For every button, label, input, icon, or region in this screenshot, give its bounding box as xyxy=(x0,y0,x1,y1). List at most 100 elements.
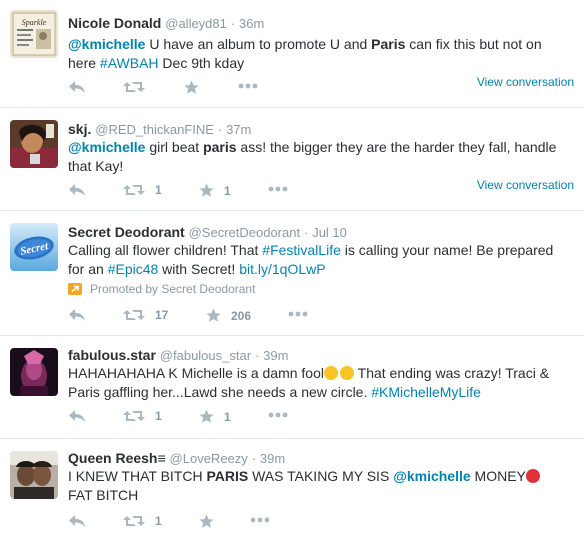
timestamp[interactable]: 39m xyxy=(260,451,285,466)
svg-text:Sparkle: Sparkle xyxy=(22,18,47,27)
user-fullname[interactable]: fabulous.star xyxy=(68,347,156,363)
favorite-icon xyxy=(184,80,199,94)
text-segment: FAT BITCH xyxy=(68,487,139,503)
favorite-button[interactable]: 206 xyxy=(206,308,251,323)
hashtag-link[interactable]: #Epic48 xyxy=(108,261,159,277)
avatar[interactable] xyxy=(10,451,58,499)
retweet-count: 17 xyxy=(155,308,169,322)
mention-link[interactable]: @kmichelle xyxy=(68,36,145,52)
retweet-button[interactable]: 1 xyxy=(123,183,162,197)
more-icon xyxy=(288,311,308,317)
retweet-icon xyxy=(123,82,145,92)
hashtag-link[interactable]: #FestivalLife xyxy=(262,242,341,258)
more-icon xyxy=(238,83,258,89)
avatar[interactable] xyxy=(10,120,58,168)
reply-button[interactable] xyxy=(68,409,86,423)
retweet-icon xyxy=(123,411,145,421)
user-handle[interactable]: @alleyd81 xyxy=(165,16,227,31)
more-button[interactable] xyxy=(288,311,308,317)
user-handle[interactable]: @fabulous_star xyxy=(160,348,251,363)
more-button[interactable] xyxy=(238,83,258,89)
retweet-button[interactable]: 1 xyxy=(123,409,162,423)
promoted-label[interactable]: Promoted by Secret Deodorant xyxy=(68,282,255,296)
retweet-button[interactable]: 1 xyxy=(123,514,162,528)
user-fullname[interactable]: Secret Deodorant xyxy=(68,224,185,240)
text-segment: MONEY xyxy=(470,468,526,484)
retweet-button[interactable]: 17 xyxy=(123,308,168,322)
text-segment: I KNEW THAT BITCH xyxy=(68,468,207,484)
url-link[interactable]: bit.ly/1qOLwP xyxy=(239,261,325,277)
reply-icon xyxy=(69,81,85,93)
tweet-text: @kmichelle girl beat paris ass! the bigg… xyxy=(68,138,573,176)
tweet-promoted[interactable]: Secret Secret Deodorant @SecretDeodorant… xyxy=(0,211,584,336)
reply-button[interactable] xyxy=(68,514,86,528)
separator: · xyxy=(254,348,260,363)
tweet[interactable]: fabulous.star @fabulous_star · 39m HAHAH… xyxy=(0,336,584,439)
user-handle[interactable]: @RED_thickanFINE xyxy=(95,122,214,137)
hashtag-link[interactable]: #KMichelleMyLife xyxy=(371,384,481,400)
tweet-header: skj. @RED_thickanFINE · 37m xyxy=(68,120,251,139)
timeline: Sparkle Nicole Donald @alleyd81 · 36m @k… xyxy=(0,0,584,550)
reply-button[interactable] xyxy=(68,308,86,322)
reply-button[interactable] xyxy=(68,183,86,197)
tweet-header: fabulous.star @fabulous_star · 39m xyxy=(68,346,288,365)
tweet[interactable]: Sparkle Nicole Donald @alleyd81 · 36m @k… xyxy=(0,0,584,108)
separator: · xyxy=(303,225,309,240)
user-fullname[interactable]: Nicole Donald xyxy=(68,15,161,31)
timestamp[interactable]: Jul 10 xyxy=(312,225,347,240)
laughing-face-emoji-icon xyxy=(340,366,354,380)
promoted-icon xyxy=(68,283,82,295)
tweet-text: I KNEW THAT BITCH PARIS WAS TAKING MY SI… xyxy=(68,467,573,505)
separator: · xyxy=(230,16,236,31)
favorite-icon xyxy=(199,183,214,197)
hashtag-link[interactable]: #AWBAH xyxy=(100,55,159,71)
tweet[interactable]: skj. @RED_thickanFINE · 37m @kmichelle g… xyxy=(0,108,584,211)
tweet-text: Calling all flower children! That #Festi… xyxy=(68,241,573,279)
tweet-text: @kmichelle U have an album to promote U … xyxy=(68,35,573,73)
reply-icon xyxy=(69,309,85,321)
highlight-text: paris xyxy=(203,139,237,155)
user-fullname[interactable]: Queen Reesh xyxy=(68,450,157,466)
reply-icon xyxy=(69,515,85,527)
favorite-button[interactable]: 1 xyxy=(199,409,231,424)
tweet[interactable]: Queen Reesh≡ @LoveReezy · 39m I KNEW THA… xyxy=(0,439,584,550)
text-segment: U have an album to promote U and xyxy=(145,36,372,52)
more-icon xyxy=(250,517,270,523)
view-conversation-link[interactable]: View conversation xyxy=(477,178,574,192)
more-icon xyxy=(268,186,288,192)
reply-icon xyxy=(69,184,85,196)
view-conversation-link[interactable]: View conversation xyxy=(477,75,574,89)
avatar[interactable]: Sparkle xyxy=(10,10,58,58)
separator: · xyxy=(251,451,257,466)
avatar[interactable] xyxy=(10,348,58,396)
timestamp[interactable]: 37m xyxy=(226,122,251,137)
text-segment: HAHAHAHAHA K Michelle is a damn fool xyxy=(68,365,324,381)
favorite-button[interactable] xyxy=(184,80,209,95)
timestamp[interactable]: 36m xyxy=(239,16,264,31)
tongue-face-emoji-icon xyxy=(324,366,338,380)
reply-icon xyxy=(69,410,85,422)
user-handle[interactable]: @SecretDeodorant xyxy=(189,225,300,240)
mention-link[interactable]: @kmichelle xyxy=(68,139,145,155)
favorite-button[interactable]: 1 xyxy=(199,183,231,198)
reply-button[interactable] xyxy=(68,80,86,94)
more-button[interactable] xyxy=(268,412,288,418)
tweet-text: HAHAHAHAHA K Michelle is a damn fool Tha… xyxy=(68,364,573,402)
retweet-button[interactable] xyxy=(123,80,155,94)
retweet-icon xyxy=(123,516,145,526)
favorite-icon xyxy=(199,514,214,528)
more-button[interactable] xyxy=(268,186,288,192)
text-segment: Calling all flower children! That xyxy=(68,242,263,258)
timestamp[interactable]: 39m xyxy=(263,348,288,363)
highlight-text: Paris xyxy=(371,36,406,52)
user-handle[interactable]: @LoveReezy xyxy=(170,451,248,466)
user-fullname[interactable]: skj. xyxy=(68,121,91,137)
retweet-count: 1 xyxy=(155,183,162,197)
avatar[interactable]: Secret xyxy=(10,223,58,271)
retweet-icon xyxy=(123,185,145,195)
mention-link[interactable]: @kmichelle xyxy=(393,468,470,484)
more-button[interactable] xyxy=(250,517,270,523)
favorite-count: 206 xyxy=(231,308,252,323)
tweet-header: Secret Deodorant @SecretDeodorant · Jul … xyxy=(68,223,347,242)
favorite-button[interactable] xyxy=(199,514,224,529)
